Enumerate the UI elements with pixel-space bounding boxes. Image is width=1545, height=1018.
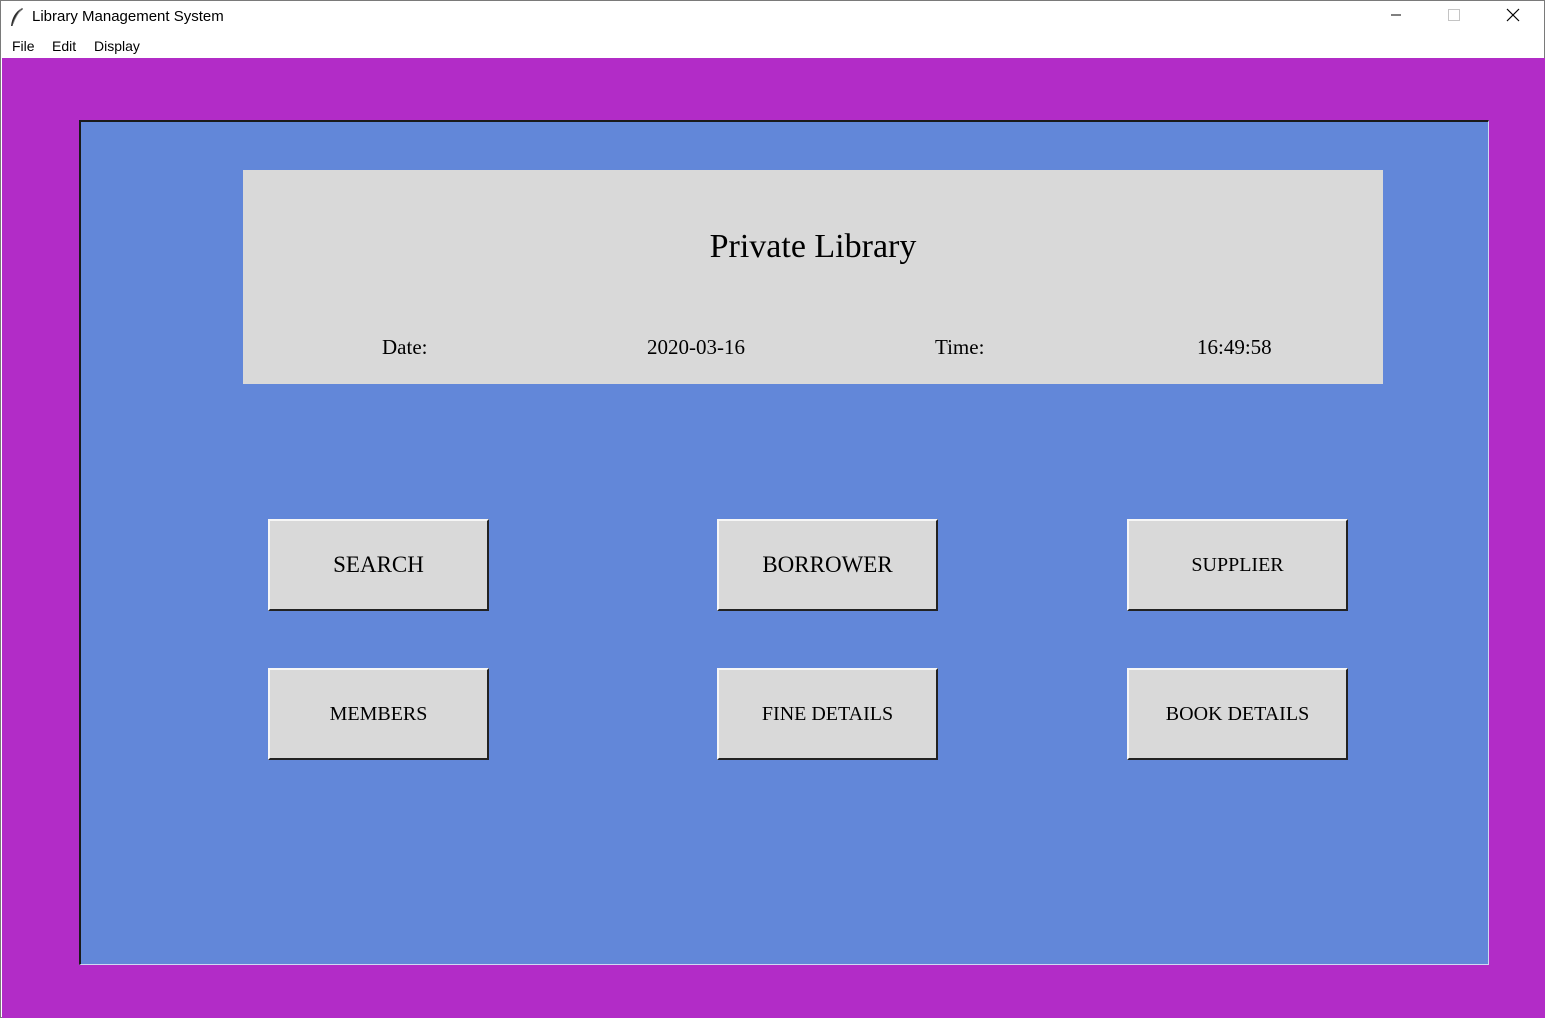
search-button[interactable]: SEARCH (268, 519, 489, 611)
maximize-icon (1448, 8, 1460, 26)
menu-display[interactable]: Display (92, 37, 142, 55)
menu-edit[interactable]: Edit (50, 37, 78, 55)
window-title: Library Management System (32, 8, 224, 25)
app-window: Library Management System File Edit Disp… (0, 0, 1545, 1018)
fine-details-button[interactable]: FINE DETAILS (717, 668, 938, 760)
title-bar[interactable]: Library Management System (1, 1, 1544, 33)
date-label: Date: (382, 335, 428, 359)
minimize-button[interactable] (1367, 1, 1425, 33)
header-panel: Private Library Date: 2020-03-16 Time: 1… (243, 170, 1383, 384)
supplier-button[interactable]: SUPPLIER (1127, 519, 1348, 611)
main-frame: Private Library Date: 2020-03-16 Time: 1… (79, 120, 1489, 965)
borrower-button[interactable]: BORROWER (717, 519, 938, 611)
library-title: Private Library (709, 228, 917, 265)
minimize-icon (1390, 8, 1402, 26)
date-value: 2020-03-16 (647, 335, 745, 359)
time-label: Time: (935, 335, 985, 359)
close-icon (1506, 8, 1520, 27)
members-button[interactable]: MEMBERS (268, 668, 489, 760)
feather-icon (9, 7, 25, 27)
maximize-button[interactable] (1425, 1, 1483, 33)
menu-file[interactable]: File (10, 37, 37, 55)
menu-bar: File Edit Display (1, 33, 1544, 58)
book-details-button[interactable]: BOOK DETAILS (1127, 668, 1348, 760)
time-value: 16:49:58 (1197, 335, 1272, 359)
close-button[interactable] (1484, 1, 1542, 33)
outer-frame: Private Library Date: 2020-03-16 Time: 1… (2, 58, 1545, 1018)
